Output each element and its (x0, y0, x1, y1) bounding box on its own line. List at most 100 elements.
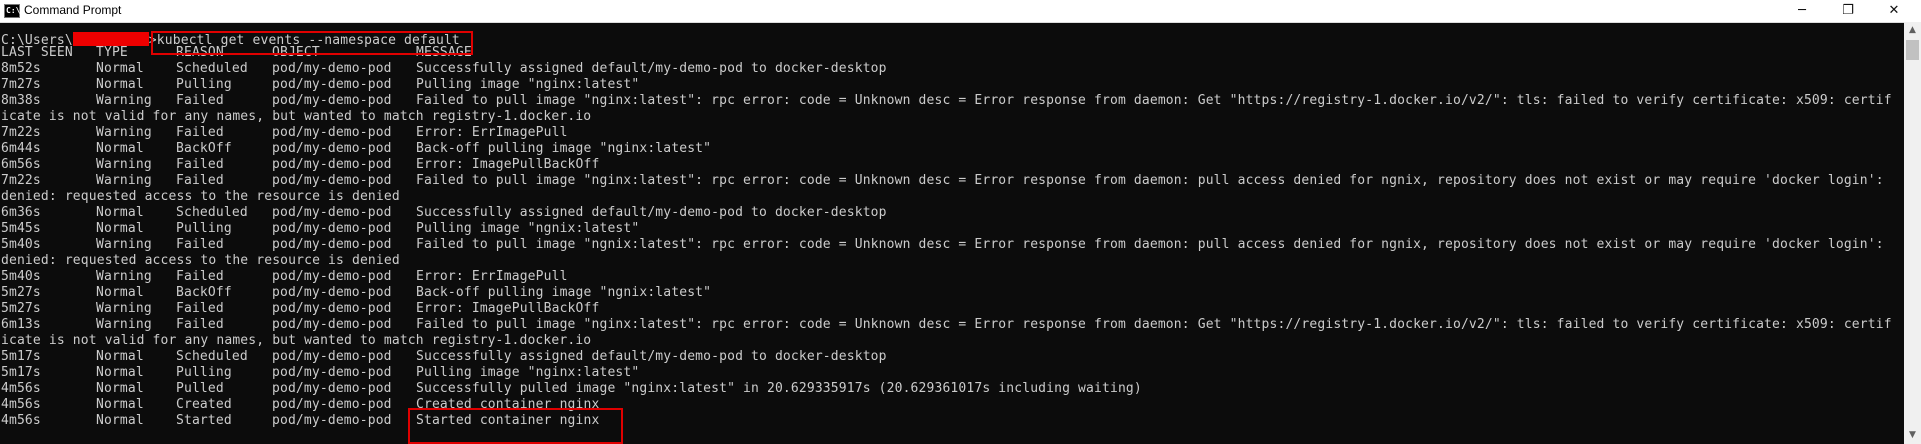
event-reason: Failed (176, 157, 224, 172)
event-object: pod/my-demo-pod (272, 381, 392, 396)
window-title: Command Prompt (24, 3, 122, 17)
event-row: 8m38s Warning Failed pod/my-demo-pod Failed … (1, 93, 1901, 109)
vertical-scrollbar[interactable]: ▲ ▼ (1904, 22, 1921, 444)
event-row: 7m22s Warning Failed pod/my-demo-pod Error: … (1, 125, 1901, 141)
event-row: 5m45s Normal Pulling pod/my-demo-pod Pulling… (1, 221, 1901, 237)
event-last-seen: 7m22s (1, 125, 41, 140)
event-object: pod/my-demo-pod (272, 285, 392, 300)
header-message: MESSAGE (416, 45, 472, 60)
event-type: Normal (96, 221, 144, 236)
event-message-continuation: denied: requested access to the resource… (1, 189, 400, 204)
event-row: 5m17s Normal Pulling pod/my-demo-pod Pulling… (1, 365, 1901, 381)
event-type: Normal (96, 381, 144, 396)
event-row: 4m56s Normal Pulled pod/my-demo-pod Successf… (1, 381, 1901, 397)
event-message: Back-off pulling image "nginx:latest" (416, 141, 712, 156)
event-last-seen: 5m27s (1, 301, 41, 316)
event-row: 6m36s Normal Scheduled pod/my-demo-pod Succe… (1, 205, 1901, 221)
event-type: Normal (96, 61, 144, 76)
event-message: Error: ImagePullBackOff (416, 301, 600, 316)
close-button[interactable]: ✕ (1871, 0, 1917, 22)
event-type: Normal (96, 365, 144, 380)
event-object: pod/my-demo-pod (272, 157, 392, 172)
event-message: Created container nginx (416, 397, 600, 412)
event-reason: Failed (176, 317, 224, 332)
event-row: 6m13s Warning Failed pod/my-demo-pod Failed … (1, 317, 1901, 333)
event-reason: Scheduled (176, 61, 248, 76)
event-message: Successfully assigned default/my-demo-po… (416, 205, 887, 220)
event-message: Error: ImagePullBackOff (416, 157, 600, 172)
header-type: TYPE (96, 45, 128, 60)
event-reason: Failed (176, 269, 224, 284)
event-row: 5m17s Normal Scheduled pod/my-demo-pod Succe… (1, 349, 1901, 365)
minimize-button[interactable]: ─ (1779, 0, 1825, 22)
column-header: LAST SEEN TYPE REASON OBJECT MESSAGE (1, 45, 1901, 61)
event-last-seen: 4m56s (1, 397, 41, 412)
event-object: pod/my-demo-pod (272, 93, 392, 108)
event-object: pod/my-demo-pod (272, 365, 392, 380)
scroll-up-arrow-icon[interactable]: ▲ (1904, 22, 1921, 39)
event-type: Warning (96, 173, 152, 188)
event-type: Warning (96, 269, 152, 284)
event-reason: Failed (176, 93, 224, 108)
event-row: 7m22s Warning Failed pod/my-demo-pod Failed … (1, 173, 1901, 189)
event-object: pod/my-demo-pod (272, 221, 392, 236)
scroll-down-arrow-icon[interactable]: ▼ (1904, 427, 1921, 444)
event-last-seen: 6m36s (1, 205, 41, 220)
header-object: OBJECT (272, 45, 320, 60)
event-type: Normal (96, 397, 144, 412)
event-last-seen: 5m17s (1, 349, 41, 364)
event-object: pod/my-demo-pod (272, 125, 392, 140)
event-row: 5m27s Normal BackOff pod/my-demo-pod Back-of… (1, 285, 1901, 301)
event-type: Warning (96, 157, 152, 172)
event-message: Successfully pulled image "nginx:latest"… (416, 381, 1142, 396)
scrollbar-thumb[interactable] (1906, 40, 1919, 60)
event-last-seen: 6m13s (1, 317, 41, 332)
event-message-continuation: denied: requested access to the resource… (1, 253, 400, 268)
event-type: Warning (96, 301, 152, 316)
console-output[interactable]: C:\Users\ >kubectl get events --namespace… (0, 22, 1904, 444)
maximize-button[interactable]: ❐ (1825, 0, 1871, 22)
event-object: pod/my-demo-pod (272, 141, 392, 156)
event-last-seen: 4m56s (1, 413, 41, 428)
event-message: Started container nginx (416, 413, 600, 428)
event-last-seen: 4m56s (1, 381, 41, 396)
event-type: Normal (96, 77, 144, 92)
event-object: pod/my-demo-pod (272, 173, 392, 188)
event-message: Pulling image "nginx:latest" (416, 77, 640, 92)
event-reason: Scheduled (176, 349, 248, 364)
event-reason: BackOff (176, 141, 232, 156)
event-reason: Pulled (176, 381, 224, 396)
event-message: Successfully assigned default/my-demo-po… (416, 61, 887, 76)
event-row: 5m40s Warning Failed pod/my-demo-pod Error: … (1, 269, 1901, 285)
event-message: Error: ErrImagePull (416, 125, 568, 140)
event-object: pod/my-demo-pod (272, 61, 392, 76)
event-reason: BackOff (176, 285, 232, 300)
event-last-seen: 7m27s (1, 77, 41, 92)
event-object: pod/my-demo-pod (272, 237, 392, 252)
event-last-seen: 5m45s (1, 221, 41, 236)
event-row: 8m52s Normal Scheduled pod/my-demo-pod Succe… (1, 61, 1901, 77)
event-type: Warning (96, 317, 152, 332)
event-reason: Failed (176, 237, 224, 252)
event-message: Failed to pull image "nginx:latest": rpc… (416, 93, 1892, 108)
event-reason: Failed (176, 125, 224, 140)
event-reason: Pulling (176, 365, 232, 380)
event-type: Normal (96, 141, 144, 156)
event-last-seen: 7m22s (1, 173, 41, 188)
event-message: Back-off pulling image "ngnix:latest" (416, 285, 712, 300)
event-last-seen: 5m27s (1, 285, 41, 300)
event-message: Error: ErrImagePull (416, 269, 568, 284)
event-message: Successfully assigned default/my-demo-po… (416, 349, 887, 364)
event-message: Failed to pull image "ngnix:latest": rpc… (416, 237, 1884, 252)
event-type: Warning (96, 93, 152, 108)
event-message-continuation: icate is not valid for any names, but wa… (1, 109, 592, 124)
event-reason: Pulling (176, 77, 232, 92)
event-type: Normal (96, 205, 144, 220)
event-row: 5m27s Warning Failed pod/my-demo-pod Error: … (1, 301, 1901, 317)
event-type: Warning (96, 125, 152, 140)
event-last-seen: 6m56s (1, 157, 41, 172)
event-type: Normal (96, 349, 144, 364)
event-last-seen: 5m40s (1, 269, 41, 284)
event-object: pod/my-demo-pod (272, 269, 392, 284)
event-message: Pulling image "ngnix:latest" (416, 221, 640, 236)
